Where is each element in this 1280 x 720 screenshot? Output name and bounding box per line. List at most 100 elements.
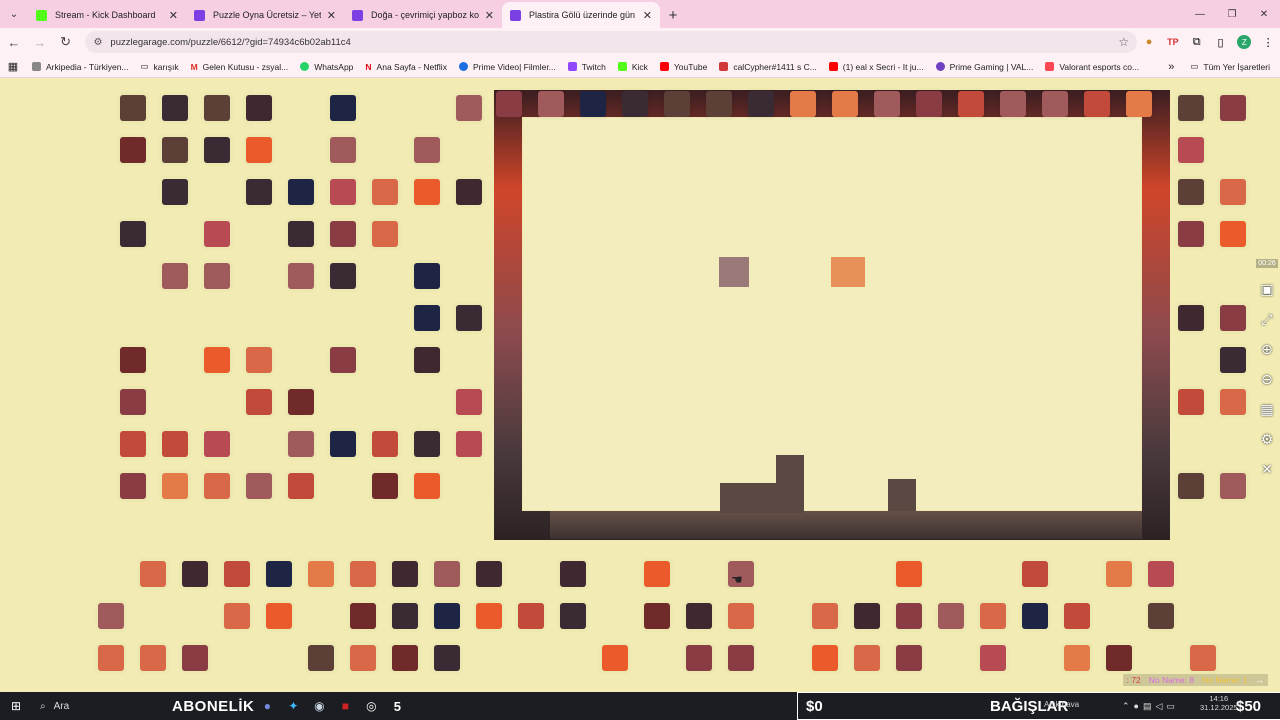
puzzle-piece[interactable] <box>1190 645 1216 671</box>
puzzle-piece[interactable] <box>644 603 670 629</box>
puzzle-piece[interactable] <box>120 221 146 247</box>
discord-icon[interactable]: ● <box>254 692 280 720</box>
puzzle-piece[interactable] <box>330 95 356 121</box>
puzzle-piece[interactable] <box>496 91 522 117</box>
settings-gear-icon[interactable]: ⚙ <box>1255 424 1279 454</box>
puzzle-piece[interactable] <box>518 603 544 629</box>
bookmark-item[interactable]: Twitch <box>562 62 612 72</box>
puzzle-piece[interactable] <box>204 473 230 499</box>
puzzle-piece[interactable] <box>896 645 922 671</box>
puzzle-piece[interactable] <box>350 645 376 671</box>
puzzle-piece[interactable] <box>246 179 272 205</box>
puzzle-piece[interactable] <box>456 95 482 121</box>
puzzle-piece[interactable] <box>1178 389 1204 415</box>
puzzle-piece[interactable] <box>414 347 440 373</box>
more-bookmarks-icon[interactable]: » <box>1158 61 1184 73</box>
puzzle-piece[interactable] <box>456 305 482 331</box>
puzzle-piece[interactable] <box>1042 91 1068 117</box>
puzzle-piece[interactable] <box>1178 473 1204 499</box>
puzzle-piece[interactable] <box>854 645 880 671</box>
puzzle-piece[interactable] <box>602 645 628 671</box>
puzzle-piece[interactable] <box>372 179 398 205</box>
puzzle-piece[interactable] <box>434 603 460 629</box>
puzzle-piece[interactable] <box>140 561 166 587</box>
site-info-icon[interactable]: ⚙ <box>93 37 102 48</box>
puzzle-piece[interactable] <box>288 263 314 289</box>
puzzle-piece[interactable] <box>812 645 838 671</box>
puzzle-piece[interactable] <box>204 263 230 289</box>
puzzle-piece[interactable] <box>1220 305 1246 331</box>
back-icon[interactable]: ← <box>2 30 26 54</box>
address-bar[interactable]: ⚙ puzzlegarage.com/puzzle/6612/?gid=7493… <box>85 31 1138 53</box>
puzzle-piece[interactable] <box>288 431 314 457</box>
puzzle-piece[interactable] <box>456 179 482 205</box>
tab-search-icon[interactable]: ⌄ <box>0 0 28 28</box>
puzzle-piece[interactable] <box>748 91 774 117</box>
tab-plastira[interactable]: Plastira Gölü üzerinde gün b ✕ <box>502 2 660 28</box>
bookmark-item[interactable]: M Gelen Kutusu - zsyal... <box>185 62 295 72</box>
puzzle-piece[interactable] <box>120 137 146 163</box>
bookmark-item[interactable]: N Ana Sayfa - Netflix <box>359 62 453 72</box>
reload-icon[interactable]: ↻ <box>54 30 78 54</box>
puzzle-piece[interactable] <box>162 137 188 163</box>
puzzle-piece[interactable] <box>162 179 188 205</box>
puzzle-piece[interactable] <box>372 473 398 499</box>
puzzle-piece[interactable] <box>1220 347 1246 373</box>
network-icon[interactable]: ▤ <box>1143 701 1152 712</box>
steam-icon[interactable]: ◉ <box>306 692 332 720</box>
puzzle-piece[interactable] <box>896 561 922 587</box>
puzzle-piece[interactable] <box>246 137 272 163</box>
puzzle-piece[interactable] <box>1178 179 1204 205</box>
puzzle-piece[interactable] <box>120 473 146 499</box>
puzzle-piece[interactable] <box>938 603 964 629</box>
puzzle-piece[interactable] <box>1064 645 1090 671</box>
menu-icon[interactable]: ⋮ <box>1256 30 1280 54</box>
puzzle-piece[interactable] <box>916 91 942 117</box>
puzzle-piece[interactable] <box>246 389 272 415</box>
puzzle-piece[interactable] <box>622 91 648 117</box>
puzzle-piece[interactable] <box>372 221 398 247</box>
puzzle-piece[interactable] <box>246 347 272 373</box>
bookmark-item[interactable]: Prime Gaming | VAL... <box>930 62 1040 72</box>
puzzle-piece[interactable] <box>162 263 188 289</box>
minimize-icon[interactable]: — <box>1184 0 1216 28</box>
puzzle-piece[interactable] <box>580 91 606 117</box>
puzzle-piece[interactable] <box>330 347 356 373</box>
zoom-in-icon[interactable]: ⊕ <box>1255 334 1279 364</box>
puzzle-piece[interactable] <box>350 561 376 587</box>
puzzle-piece[interactable] <box>1220 389 1246 415</box>
puzzle-piece[interactable] <box>1106 561 1132 587</box>
puzzle-piece[interactable] <box>182 561 208 587</box>
puzzle-piece[interactable] <box>162 95 188 121</box>
bookmark-item[interactable]: WhatsApp <box>294 62 359 72</box>
puzzle-piece[interactable] <box>246 473 272 499</box>
bookmark-item[interactable]: Kick <box>612 62 654 72</box>
puzzle-piece[interactable] <box>560 603 586 629</box>
tab-doga[interactable]: Doğa - çevrimiçi yapboz kolekc ✕ <box>344 2 502 28</box>
puzzle-piece[interactable] <box>414 431 440 457</box>
puzzle-piece[interactable] <box>392 561 418 587</box>
puzzle-piece[interactable] <box>120 95 146 121</box>
puzzle-piece[interactable] <box>330 431 356 457</box>
restore-icon[interactable]: ❐ <box>1216 0 1248 28</box>
bookmark-item[interactable]: Arkipedia - Türkiyen... <box>26 62 135 72</box>
puzzle-piece[interactable] <box>204 95 230 121</box>
puzzle-canvas[interactable]: 00:26 ▣ ⤢ ⊕ ⊖ ▦ ⚙ ✕ : 72 No Name: 8 No N… <box>0 79 1280 692</box>
puzzle-piece[interactable] <box>224 561 250 587</box>
sidebar-icon[interactable]: ▯ <box>1209 30 1233 54</box>
close-icon[interactable]: ✕ <box>643 9 652 22</box>
extension-icon[interactable]: TP <box>1161 30 1185 54</box>
puzzle-piece[interactable] <box>1178 137 1204 163</box>
bookmark-item[interactable]: Prime Video| Filmler... <box>453 62 562 72</box>
puzzle-piece[interactable] <box>350 603 376 629</box>
new-tab-button[interactable]: + <box>660 2 686 28</box>
puzzle-piece[interactable] <box>1064 603 1090 629</box>
puzzle-piece[interactable] <box>686 645 712 671</box>
taskbar-search[interactable]: ⌕ Ara <box>32 692 152 720</box>
bookmark-item[interactable]: (1) eal x Secri - It ju... <box>823 62 930 72</box>
puzzle-piece[interactable] <box>140 645 166 671</box>
microphone-icon[interactable]: ● <box>1134 701 1139 711</box>
close-icon[interactable]: ✕ <box>1255 454 1279 484</box>
bookmark-star-icon[interactable]: ☆ <box>1118 35 1129 49</box>
puzzle-piece[interactable] <box>224 603 250 629</box>
